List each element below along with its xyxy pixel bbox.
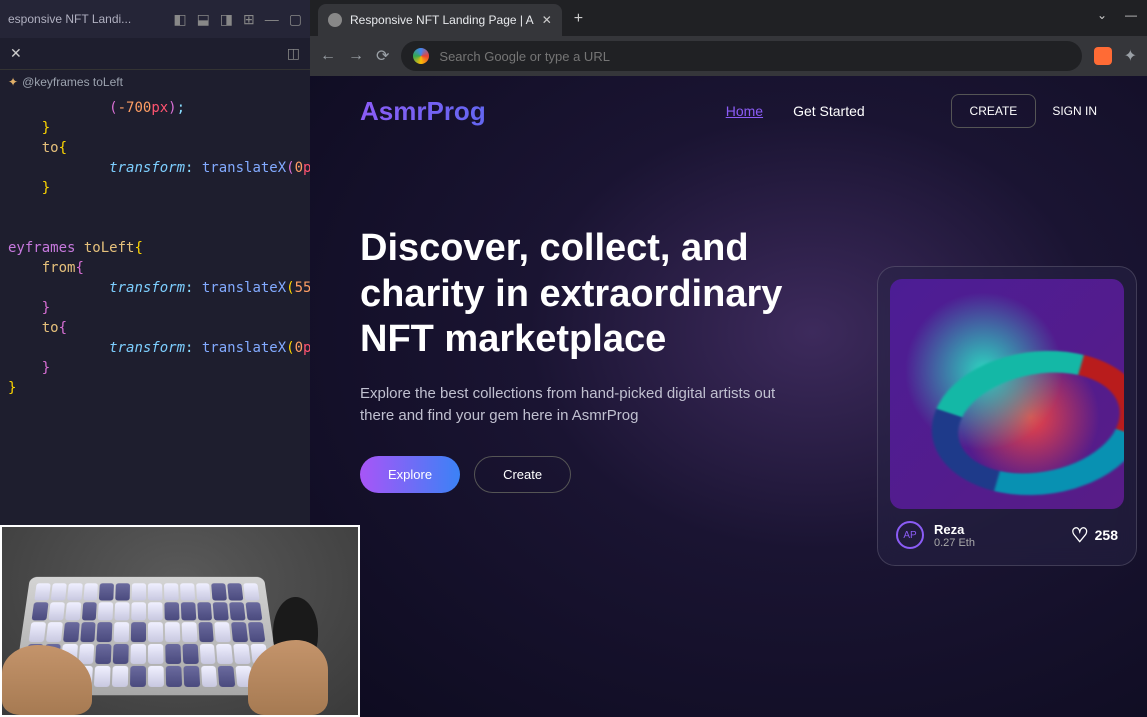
google-icon <box>413 48 429 64</box>
create-button[interactable]: CREATE <box>951 94 1037 128</box>
editor-tab[interactable]: ✕ ◫ <box>0 38 310 70</box>
create-hero-button[interactable]: Create <box>474 456 571 493</box>
extensions-menu-icon[interactable]: ✦ <box>1124 46 1137 66</box>
back-icon[interactable]: ← <box>320 47 336 65</box>
browser-tabbar: Responsive NFT Landing Page | A ✕ + ⌄ — <box>310 0 1147 36</box>
editor-titlebar: esponsive NFT Landi... ◧ ⬓ ◨ ⊞ — ▢ <box>0 0 310 38</box>
maximize-icon[interactable]: ▢ <box>289 11 302 28</box>
hero-buttons: Explore Create <box>360 456 810 493</box>
panel-grid-icon[interactable]: ⊞ <box>243 11 255 28</box>
address-bar: ← → ⟳ ✦ <box>310 36 1147 76</box>
nav-actions: CREATE SIGN IN <box>951 94 1097 128</box>
nft-image <box>890 279 1124 509</box>
split-editor-icon[interactable]: ◫ <box>287 45 300 62</box>
panel-left-icon[interactable]: ◧ <box>173 11 186 28</box>
website-viewport: AsmrProg Home Get Started CREATE SIGN IN… <box>310 76 1147 717</box>
breadcrumb-text: @keyframes toLeft <box>22 75 123 89</box>
signin-button[interactable]: SIGN IN <box>1052 104 1097 118</box>
reload-icon[interactable]: ⟳ <box>376 46 389 66</box>
explore-button[interactable]: Explore <box>360 456 460 493</box>
new-tab-button[interactable]: + <box>574 10 583 36</box>
avatar[interactable]: AP <box>896 521 924 549</box>
nav-home[interactable]: Home <box>726 103 763 119</box>
browser-tab[interactable]: Responsive NFT Landing Page | A ✕ <box>318 4 562 36</box>
panel-right-icon[interactable]: ◨ <box>220 11 233 28</box>
extension-icon[interactable] <box>1094 47 1112 65</box>
forward-icon[interactable]: → <box>348 47 364 65</box>
browser-window: Responsive NFT Landing Page | A ✕ + ⌄ — … <box>310 0 1147 717</box>
minimize-icon[interactable]: — <box>1125 8 1137 22</box>
heart-icon: ♡ <box>1071 523 1089 548</box>
editor-layout-icons: ◧ ⬓ ◨ ⊞ — ▢ <box>173 11 302 28</box>
nft-price: 0.27 Eth <box>934 537 1061 549</box>
favicon-icon <box>328 13 342 27</box>
nft-card[interactable]: AP Reza 0.27 Eth ♡ 258 <box>877 266 1137 566</box>
site-navbar: AsmrProg Home Get Started CREATE SIGN IN <box>310 76 1147 146</box>
webcam-overlay <box>0 525 360 717</box>
editor-window-title: esponsive NFT Landi... <box>8 12 131 26</box>
code-area[interactable]: (-700px); } to{ transform: translateX(0p… <box>0 94 310 402</box>
nft-footer: AP Reza 0.27 Eth ♡ 258 <box>890 509 1124 553</box>
omnibox[interactable] <box>401 41 1081 71</box>
close-tab-icon[interactable]: ✕ <box>10 45 22 62</box>
url-input[interactable] <box>439 49 1069 64</box>
hero-text: Discover, collect, and charity in extrao… <box>360 226 810 493</box>
css-rule-icon: ✦ <box>8 75 18 89</box>
minimize-icon[interactable]: — <box>265 11 279 28</box>
breadcrumb[interactable]: ✦ @keyframes toLeft <box>0 70 310 94</box>
nft-creator-name: Reza <box>934 522 1061 537</box>
chevron-down-icon[interactable]: ⌄ <box>1097 8 1107 22</box>
hero-title: Discover, collect, and charity in extrao… <box>360 226 810 363</box>
panel-bottom-icon[interactable]: ⬓ <box>197 11 210 28</box>
nav-links: Home Get Started <box>726 103 865 119</box>
site-logo[interactable]: AsmrProg <box>360 96 486 127</box>
likes[interactable]: ♡ 258 <box>1071 523 1118 548</box>
hero-subtitle: Explore the best collections from hand-p… <box>360 383 810 428</box>
likes-count: 258 <box>1095 527 1118 543</box>
nav-get-started[interactable]: Get Started <box>793 103 865 119</box>
nft-meta: Reza 0.27 Eth <box>934 522 1061 549</box>
window-controls: ⌄ — <box>1097 8 1137 22</box>
tab-title: Responsive NFT Landing Page | A <box>350 13 534 27</box>
close-tab-icon[interactable]: ✕ <box>542 13 552 27</box>
